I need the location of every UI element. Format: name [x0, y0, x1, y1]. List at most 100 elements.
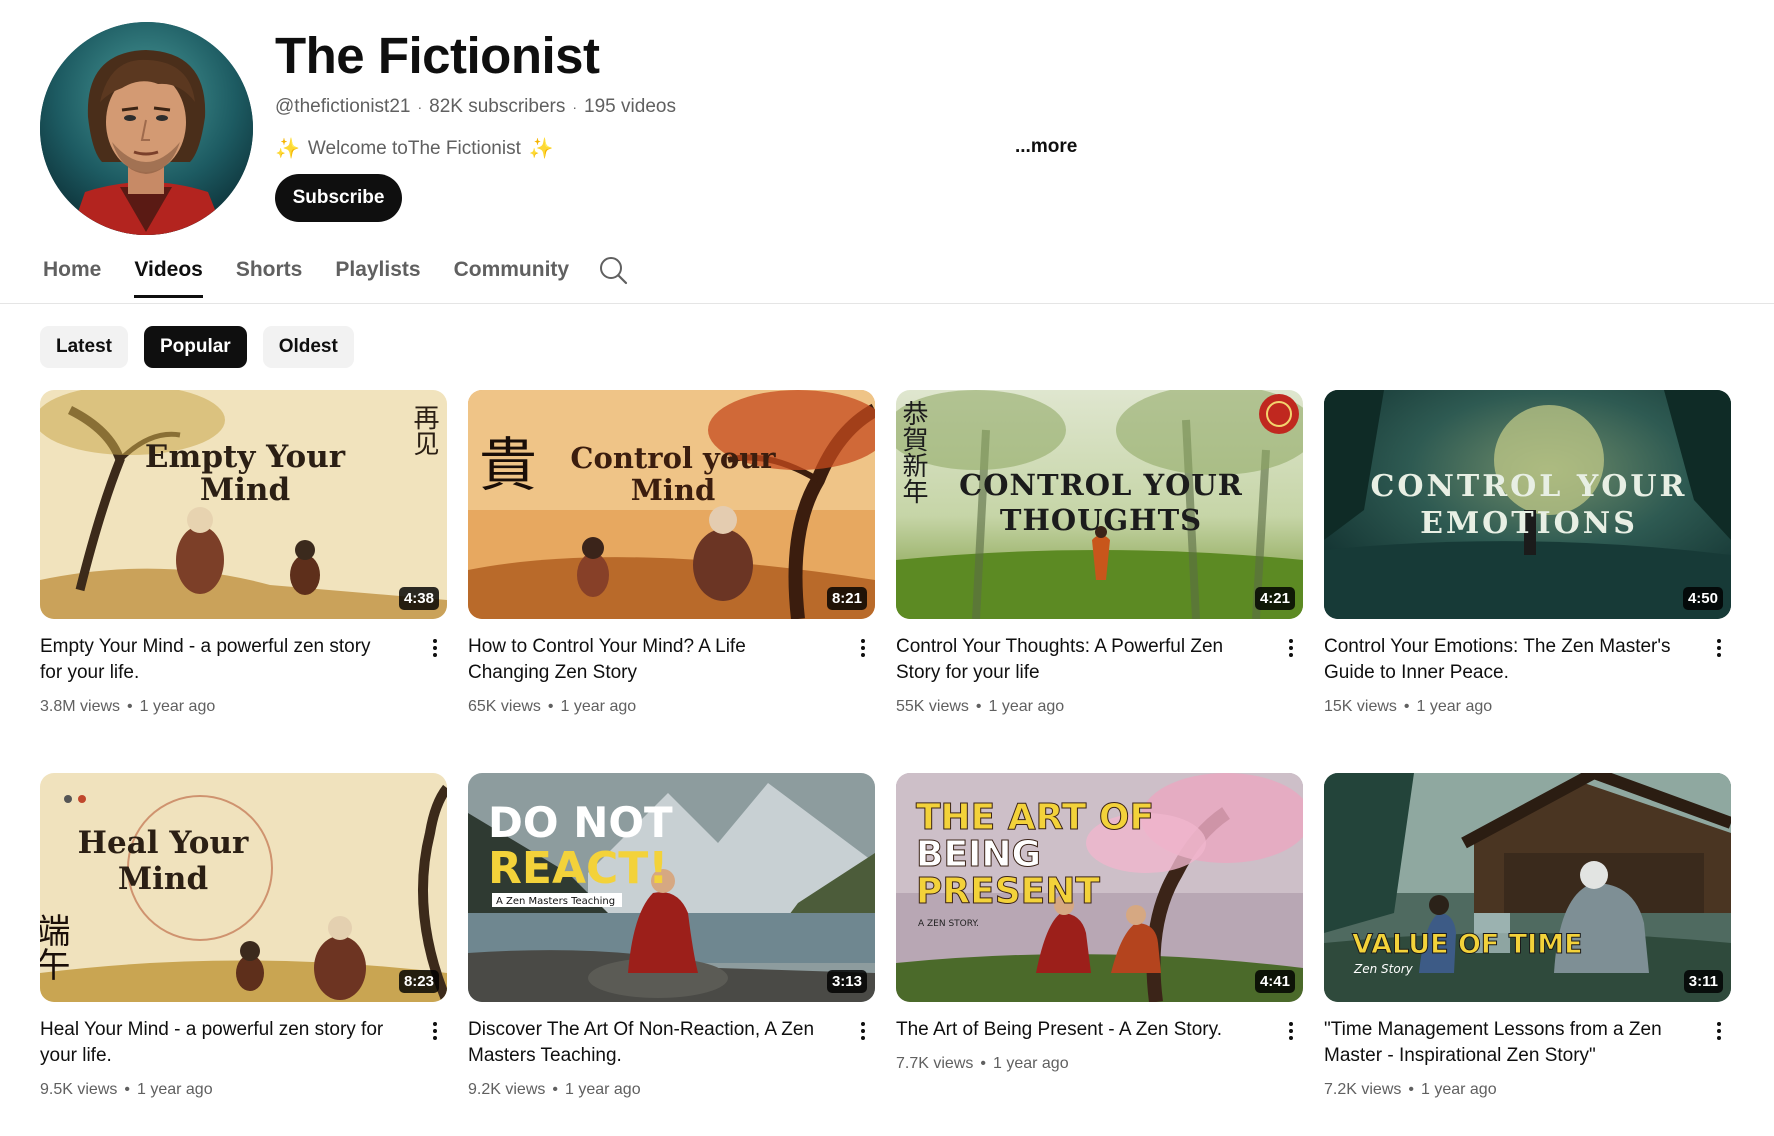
video-thumbnail[interactable]: CONTROL YOUR THOUGHTS 恭賀新年 4:21 — [896, 390, 1303, 619]
upload-age: 1 year ago — [139, 698, 216, 715]
video-thumbnail[interactable]: DO NOT REACT! A Zen Masters Teaching 3:1… — [468, 773, 875, 1002]
tab-shorts[interactable]: Shorts — [236, 258, 303, 296]
more-options-icon[interactable] — [1279, 1019, 1303, 1043]
thumb-text: Heal Your — [78, 825, 249, 861]
subscribe-button[interactable]: Subscribe — [275, 174, 402, 222]
channel-avatar — [40, 22, 253, 235]
more-options-icon[interactable] — [423, 1019, 447, 1043]
video-title[interactable]: "Time Management Lessons from a Zen Mast… — [1324, 1017, 1679, 1069]
video-title[interactable]: Heal Your Mind - a powerful zen story fo… — [40, 1017, 395, 1069]
meta-bullet: • — [127, 698, 133, 715]
thumb-side-text: 再见 — [410, 404, 440, 456]
meta-bullet: • — [547, 698, 554, 715]
thumb-subtext: Zen Story — [1353, 962, 1414, 976]
video-meta: 55K views • 1 year ago — [896, 698, 1064, 716]
channel-name: The Fictionist — [275, 27, 600, 84]
thumb-side-text: 端午 — [40, 913, 69, 981]
tab-community[interactable]: Community — [454, 258, 570, 296]
view-count: 55K views — [896, 698, 969, 715]
thumb-text: Empty Your — [145, 439, 346, 475]
upload-age: 1 year ago — [988, 698, 1065, 715]
view-count: 15K views — [1324, 698, 1397, 715]
thumb-text: Mind — [631, 473, 715, 507]
meta-bullet: • — [980, 1055, 986, 1072]
thumb-text: BEING — [916, 834, 1041, 875]
duration-badge: 3:13 — [826, 970, 867, 993]
thumb-text: EMOTIONS — [1420, 506, 1638, 541]
video-thumbnail[interactable]: THE ART OF BEING PRESENT A ZEN STORY. 4:… — [896, 773, 1303, 1002]
video-thumbnail[interactable]: CONTROL YOUR EMOTIONS 4:50 — [1324, 390, 1731, 619]
more-options-icon[interactable] — [1279, 636, 1303, 660]
view-count: 9.2K views — [468, 1081, 546, 1098]
video-thumbnail[interactable]: Control your Mind 貴 8:21 — [468, 390, 875, 619]
duration-badge: 4:50 — [1682, 587, 1723, 610]
thumb-text: Control your — [570, 441, 776, 475]
meta-bullet: • — [1403, 698, 1410, 715]
thumb-text: THE ART OF — [916, 797, 1154, 838]
channel-handle: @thefictionist21 — [275, 96, 411, 117]
thumb-text: THOUGHTS — [1000, 503, 1202, 537]
duration-badge: 4:21 — [1254, 587, 1295, 610]
meta-separator: · — [417, 99, 423, 115]
duration-badge: 3:11 — [1683, 970, 1723, 993]
video-meta: 7.2K views • 1 year ago — [1324, 1081, 1497, 1099]
video-title[interactable]: Control Your Emotions: The Zen Master's … — [1324, 634, 1679, 686]
tab-playlists[interactable]: Playlists — [335, 258, 420, 296]
video-thumbnail[interactable]: Heal Your Mind 端午 8:23 — [40, 773, 447, 1002]
view-count: 3.8M views — [40, 698, 121, 715]
thumb-text: DO NOT — [488, 798, 673, 847]
video-count: 195 videos — [584, 96, 676, 117]
chip-oldest[interactable]: Oldest — [262, 326, 354, 368]
thumb-subtext: A Zen Masters Teaching — [496, 896, 615, 907]
tab-home[interactable]: Home — [43, 258, 101, 296]
duration-badge: 4:38 — [398, 587, 439, 610]
view-count: 65K views — [468, 698, 541, 715]
video-title[interactable]: The Art of Being Present - A Zen Story. — [896, 1017, 1251, 1043]
video-meta: 3.8M views • 1 year ago — [40, 698, 215, 716]
search-icon[interactable] — [598, 255, 628, 285]
sort-chips: Latest Popular Oldest — [40, 326, 354, 368]
thumb-text: CONTROL YOUR — [959, 468, 1243, 502]
tab-videos[interactable]: Videos — [134, 258, 204, 298]
thumb-side-text: 貴 — [479, 433, 537, 498]
meta-bullet: • — [552, 1081, 558, 1098]
more-link[interactable]: ...more — [1015, 136, 1077, 158]
video-title[interactable]: Discover The Art Of Non-Reaction, A Zen … — [468, 1017, 823, 1069]
chip-popular[interactable]: Popular — [143, 326, 247, 368]
video-meta: 65K views • 1 year ago — [468, 698, 636, 716]
chip-latest[interactable]: Latest — [40, 326, 128, 368]
video-title[interactable]: Empty Your Mind - a powerful zen story f… — [40, 634, 395, 686]
video-meta: 15K views • 1 year ago — [1324, 698, 1492, 716]
video-meta: 7.7K views • 1 year ago — [896, 1055, 1069, 1073]
more-options-icon[interactable] — [851, 1019, 875, 1043]
thumb-text: Mind — [118, 861, 208, 897]
channel-description[interactable]: ✨ Welcome toThe Fictionist ✨ — [275, 136, 554, 161]
description-text: Welcome toThe Fictionist — [307, 137, 521, 159]
upload-age: 1 year ago — [136, 1081, 213, 1098]
more-options-icon[interactable] — [1707, 1019, 1731, 1043]
video-meta: 9.2K views • 1 year ago — [468, 1081, 641, 1099]
upload-age: 1 year ago — [992, 1055, 1069, 1072]
view-count: 7.2K views — [1324, 1081, 1402, 1098]
thumb-text: Mind — [200, 472, 290, 508]
view-count: 7.7K views — [896, 1055, 974, 1072]
upload-age: 1 year ago — [1416, 698, 1493, 715]
thumb-text: REACT! — [488, 843, 668, 894]
sparkle-icon: ✨ — [528, 138, 554, 160]
video-title[interactable]: How to Control Your Mind? A Life Changin… — [468, 634, 823, 686]
video-thumbnail[interactable]: VALUE OF TIME Zen Story 3:11 — [1324, 773, 1731, 1002]
meta-bullet: • — [124, 1081, 130, 1098]
meta-separator: · — [572, 99, 578, 115]
video-thumbnail[interactable]: Empty Your Mind 再见 4:38 — [40, 390, 447, 619]
subscriber-count: 82K subscribers — [429, 96, 566, 117]
thumb-text: VALUE OF TIME — [1352, 929, 1583, 960]
duration-badge: 8:23 — [398, 970, 439, 993]
upload-age: 1 year ago — [564, 1081, 641, 1098]
meta-bullet: • — [975, 698, 982, 715]
more-options-icon[interactable] — [423, 636, 447, 660]
video-title[interactable]: Control Your Thoughts: A Powerful Zen St… — [896, 634, 1251, 686]
tabs-divider — [0, 303, 1774, 304]
more-options-icon[interactable] — [1707, 636, 1731, 660]
more-options-icon[interactable] — [851, 636, 875, 660]
upload-age: 1 year ago — [1420, 1081, 1497, 1098]
